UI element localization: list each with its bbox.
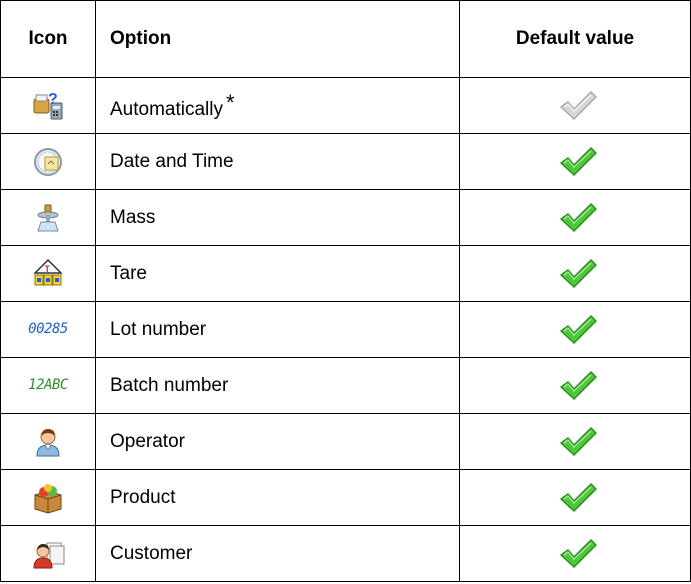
- checkmark-green-icon: [558, 425, 597, 459]
- checkmark-green-icon: [558, 145, 597, 179]
- option-label: Operator: [110, 430, 185, 452]
- option-label: Automatically: [110, 99, 223, 120]
- table-row: Date and Time: [0, 133, 691, 190]
- options-table: Icon Option Default value ? Automaticall…: [0, 0, 691, 582]
- option-label: Lot number: [110, 318, 207, 340]
- checkmark-green-icon: [558, 201, 597, 235]
- table-row: 00285 Lot number: [0, 301, 691, 358]
- checkmark-green-icon: [558, 257, 597, 291]
- option-label: Mass: [110, 206, 156, 228]
- option-label: Product: [110, 486, 176, 508]
- svg-text:?: ?: [48, 91, 58, 108]
- table-row: T Tare: [0, 245, 691, 302]
- icon-column-header: Icon: [0, 0, 96, 78]
- checkmark-green-icon: [558, 537, 597, 571]
- tare-icon: T: [31, 257, 65, 291]
- default-value-column-header: Default value: [459, 0, 691, 78]
- footnote-asterisk: *: [226, 90, 235, 115]
- checkmark-green-icon: [558, 369, 597, 403]
- checkmark-green-icon: [558, 481, 597, 515]
- table-row: ? Automatically *: [0, 77, 691, 134]
- product-icon: [31, 481, 65, 515]
- option-label: Date and Time: [110, 150, 234, 172]
- table-row: Customer: [0, 525, 691, 582]
- table-row: Operator: [0, 413, 691, 470]
- table-header-row: Icon Option Default value: [0, 0, 691, 78]
- option-label: Customer: [110, 542, 193, 564]
- table-row: Mass: [0, 189, 691, 246]
- batch-number-icon: 12ABC: [28, 377, 68, 394]
- option-column-header: Option: [95, 0, 460, 78]
- option-label: Batch number: [110, 374, 229, 396]
- option-label: Tare: [110, 262, 147, 284]
- customer-icon: [31, 537, 65, 571]
- mass-icon: [31, 201, 65, 235]
- table-row: Product: [0, 469, 691, 526]
- auto-print-icon: ?: [31, 89, 65, 123]
- table-row: 12ABC Batch number: [0, 357, 691, 414]
- svg-text:T: T: [45, 264, 51, 274]
- checkmark-grey-icon: [558, 89, 597, 123]
- checkmark-green-icon: [558, 313, 597, 347]
- lot-number-icon: 00285: [28, 321, 68, 338]
- date-time-icon: [31, 145, 65, 179]
- operator-icon: [31, 425, 65, 459]
